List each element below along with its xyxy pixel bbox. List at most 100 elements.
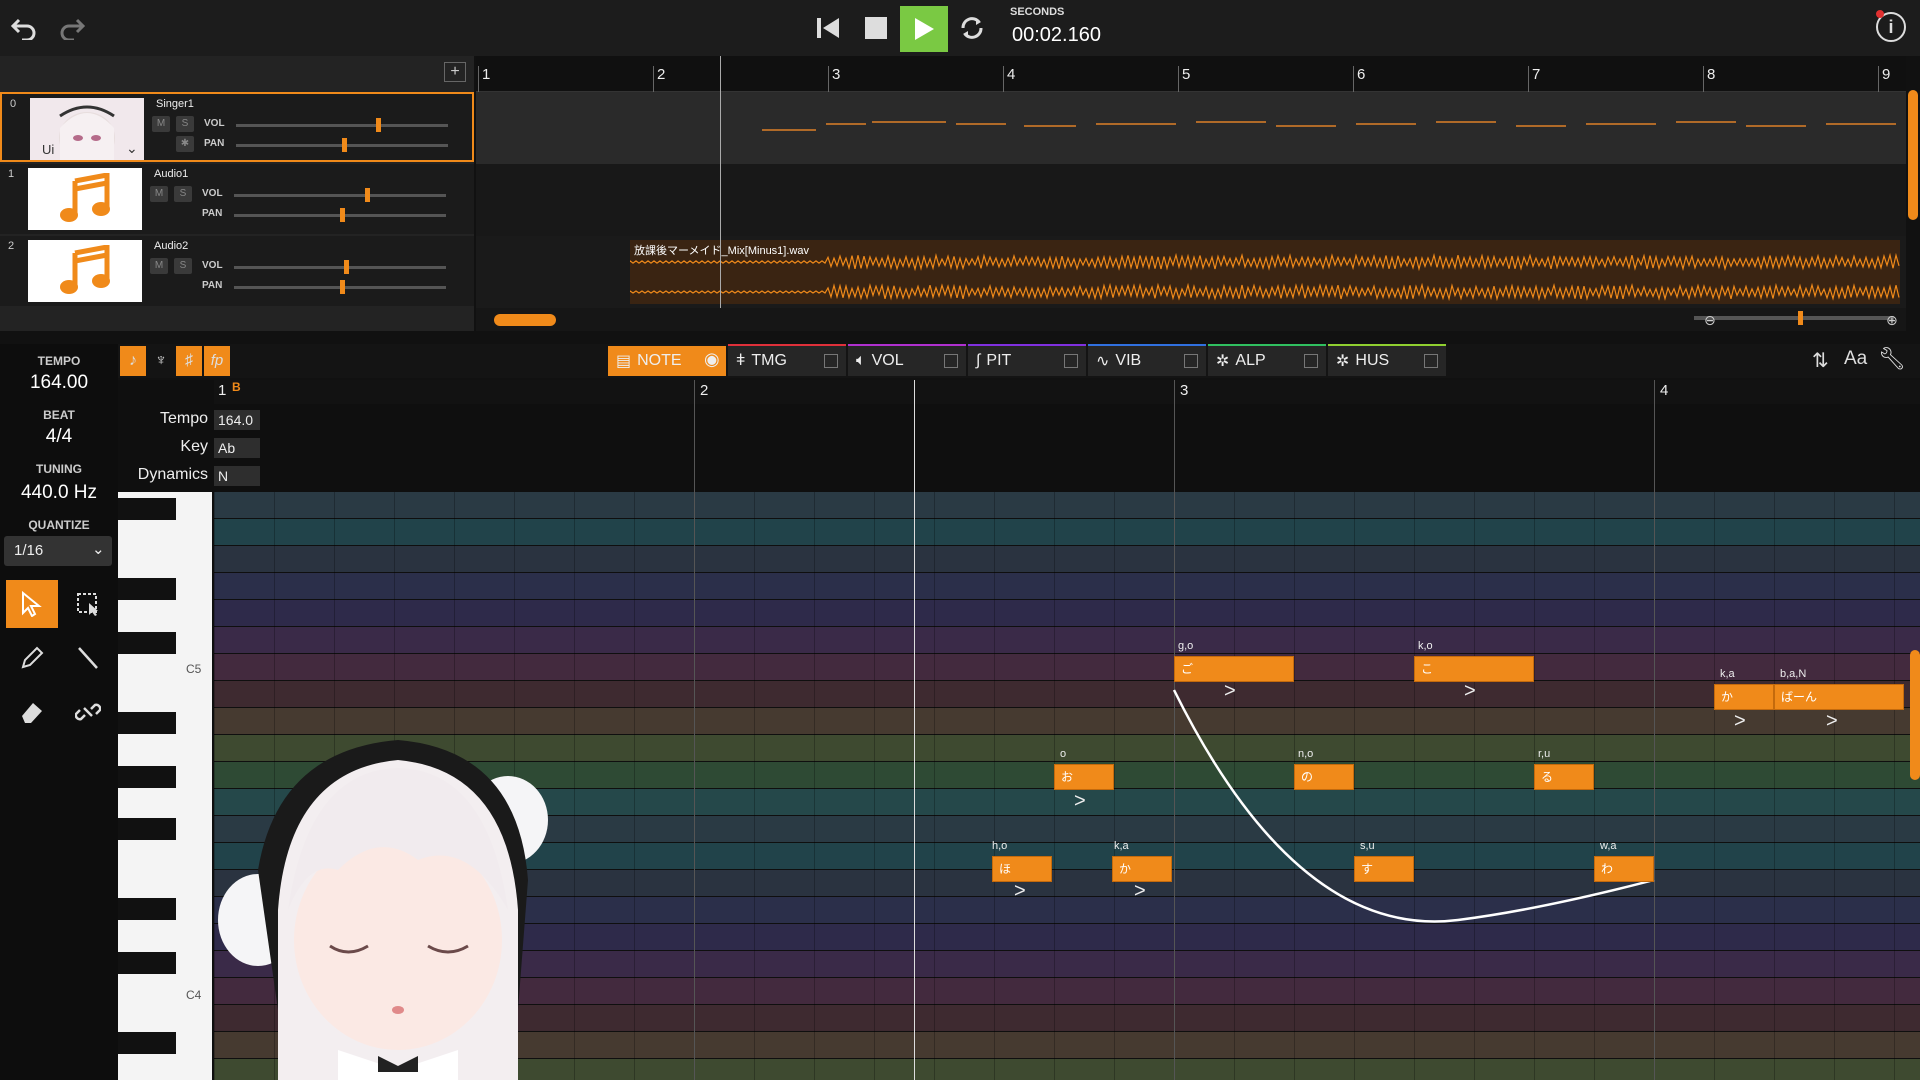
arrangement-playhead[interactable] [720,56,721,308]
vol-slider-knob[interactable] [344,260,350,274]
vertical-scroll-thumb[interactable] [1908,90,1918,220]
pan-slider-knob[interactable] [340,208,345,222]
vol-slider-knob[interactable] [375,118,381,132]
track-audio2[interactable]: 2 Audio2 M S VOL PAN [0,236,474,306]
bar-line [1353,66,1354,92]
tab-checkbox[interactable] [824,354,838,368]
track-audio1[interactable]: 1 Audio1 M S VOL PAN [0,164,474,234]
zoom-in-icon[interactable]: ⊕ [1886,312,1898,329]
play-button[interactable] [900,6,948,52]
mute-button[interactable]: M [152,116,170,132]
bar-line [828,66,829,92]
tab-pitch[interactable]: ∫ PIT [968,344,1086,376]
vol-slider-knob[interactable] [365,188,371,202]
note-wa[interactable]: わ [1594,856,1654,882]
arrangement-ruler[interactable]: 1 2 3 4 5 6 7 8 9 [476,56,1906,92]
metronome-icon[interactable]: ♪ [120,346,146,376]
vol-slider[interactable] [236,118,448,132]
vowel-icon[interactable]: ♆ [148,346,174,376]
audio-thumbnail[interactable] [28,168,142,230]
tab-note[interactable]: ▤ NOTE ◉ [608,346,726,376]
note-baan[interactable]: ばーん [1774,684,1904,710]
quantize-select[interactable]: 1/16 ⌄ [4,536,112,566]
note-ka-2[interactable]: か [1714,684,1774,710]
line-tool-button[interactable] [62,634,114,682]
undo-icon[interactable] [4,8,44,48]
mute-button[interactable]: M [150,186,168,202]
solo-button[interactable]: S [174,186,192,202]
audio-clip[interactable]: 放課後マーメイド_Mix[Minus1].wav [630,240,1900,304]
tab-vibrato[interactable]: ∿ VIB [1088,344,1206,376]
lyrics-font-icon[interactable]: Aa [1844,348,1867,370]
note-ru[interactable]: る [1534,764,1594,790]
pitch-snap-icon[interactable]: ⇅ [1812,348,1829,373]
pan-slider[interactable] [234,280,446,294]
note-go[interactable]: ご [1174,656,1294,682]
arrangement-scrollbar[interactable] [476,310,1906,330]
tempo-value[interactable]: 164.00 [0,372,118,394]
select-tool-button[interactable] [6,580,58,628]
tab-alpha[interactable]: ✲ ALP [1208,344,1326,376]
audio1-track-lane[interactable] [476,164,1906,236]
editor-vertical-scroll-thumb[interactable] [1910,650,1920,780]
pan-slider-knob[interactable] [340,280,345,294]
pan-slider[interactable] [234,208,446,222]
loop-icon[interactable] [952,8,992,48]
audio-waveform [630,252,1900,302]
tuning-value[interactable]: 440.0 Hz [0,482,118,504]
note-ho[interactable]: ほ [992,856,1052,882]
singer-avatar[interactable]: Ui ⌄ [30,98,144,160]
track-singer1[interactable]: 0 Ui ⌄ Singer1 M S ✱ VOL PAN [0,92,474,162]
zoom-out-icon[interactable]: ⊖ [1704,312,1716,329]
pencil-icon [21,646,44,669]
tab-checkbox[interactable] [1064,354,1078,368]
tab-color-stripe [1208,344,1326,346]
chevron-down-icon[interactable]: ⌄ [126,140,138,157]
eye-icon[interactable]: ◉ [704,349,720,370]
redo-icon[interactable] [52,8,92,48]
stop-icon[interactable] [856,8,896,48]
key-signature-icon[interactable]: ♯ [176,346,202,376]
pencil-tool-button[interactable] [6,634,58,682]
tab-checkbox[interactable] [1424,354,1438,368]
eraser-tool-button[interactable] [6,688,58,736]
pan-slider[interactable] [236,138,448,152]
dynamics-icon[interactable]: fp [204,346,230,376]
note-ka[interactable]: か [1112,856,1172,882]
tab-volume[interactable]: 🔈︎ VOL [848,344,966,376]
singer-settings-icon[interactable]: ✱ [176,136,194,152]
tab-husky[interactable]: ✲ HUS [1328,344,1446,376]
tab-timing[interactable]: ǂ TMG [728,344,846,376]
vol-slider[interactable] [234,260,446,274]
rewind-to-start-icon[interactable] [808,8,848,48]
zoom-slider[interactable] [1694,311,1894,325]
arrangement-view[interactable]: 1 2 3 4 5 6 7 8 9 放課後マーメイド_Mix[Minus1].wav [476,56,1906,331]
tab-checkbox[interactable] [944,354,958,368]
note-phoneme: k,o [1418,640,1433,652]
tab-checkbox[interactable] [1184,354,1198,368]
scroll-thumb[interactable] [494,314,556,326]
wrench-icon[interactable]: 🔧︎ [1878,346,1906,372]
audio2-track-lane[interactable]: 放課後マーメイド_Mix[Minus1].wav [476,236,1906,308]
zoom-slider-knob[interactable] [1798,311,1803,325]
note-ko[interactable]: こ [1414,656,1534,682]
knife-tool-button[interactable] [62,688,114,736]
piano-roll-editor[interactable]: 1 B 2 3 4 Tempo 164.0 Key Ab Dynamics N … [118,380,1920,1080]
note-su[interactable]: す [1354,856,1414,882]
editor-playhead[interactable] [914,380,915,1080]
note-o[interactable]: お [1054,764,1114,790]
note-no[interactable]: の [1294,764,1354,790]
tab-checkbox[interactable] [1304,354,1318,368]
mute-button[interactable]: M [150,258,168,274]
solo-button[interactable]: S [174,258,192,274]
pan-slider-knob[interactable] [342,138,347,152]
singer-track-lane[interactable] [476,92,1906,164]
audio-thumbnail[interactable] [28,240,142,302]
timecode-display: 00:02.160 [1012,24,1101,46]
add-track-button[interactable]: + [444,62,466,82]
vol-slider[interactable] [234,188,446,202]
beat-value[interactable]: 4/4 [0,426,118,448]
timing-icon: ǂ [736,352,746,369]
solo-button[interactable]: S [176,116,194,132]
marquee-select-button[interactable] [62,580,114,628]
